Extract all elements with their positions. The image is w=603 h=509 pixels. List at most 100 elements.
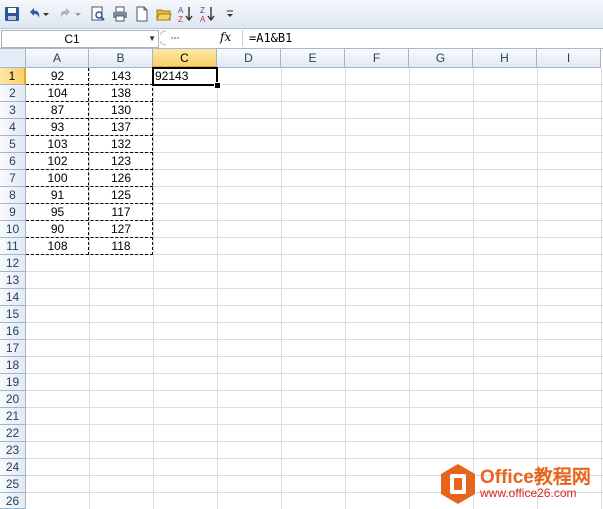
column-header-a[interactable]: A [26, 49, 89, 68]
sort-asc-top-letter: A [178, 6, 184, 15]
row-header-2[interactable]: 2 [0, 85, 26, 102]
open-folder-icon[interactable] [155, 5, 173, 23]
sort-descending-icon[interactable]: Z A [199, 5, 217, 23]
save-icon[interactable] [3, 5, 21, 23]
row-header-13[interactable]: 13 [0, 272, 26, 289]
row-header-7[interactable]: 7 [0, 170, 26, 187]
select-all-corner[interactable] [0, 49, 26, 68]
cell-b8[interactable]: 125 [89, 187, 153, 204]
dashed-row-border [26, 220, 153, 221]
column-header-i[interactable]: I [537, 49, 601, 68]
row-header-12[interactable]: 12 [0, 255, 26, 272]
row-header-6[interactable]: 6 [0, 153, 26, 170]
row-header-21[interactable]: 21 [0, 408, 26, 425]
row-header-1[interactable]: 1 [0, 68, 26, 85]
cell-a6[interactable]: 102 [26, 153, 89, 170]
cell-a3[interactable]: 87 [26, 102, 89, 119]
watermark-url: www.office26.com [480, 486, 577, 500]
row-header-10[interactable]: 10 [0, 221, 26, 238]
row-header-4[interactable]: 4 [0, 119, 26, 136]
watermark-brand: Office教程网 [480, 467, 591, 488]
dashed-row-border [26, 118, 153, 119]
row-header-16[interactable]: 16 [0, 323, 26, 340]
row-header-24[interactable]: 24 [0, 459, 26, 476]
cell-b9[interactable]: 117 [89, 204, 153, 221]
cell-b10[interactable]: 127 [89, 221, 153, 238]
fill-handle[interactable] [214, 82, 221, 89]
cell-b1[interactable]: 143 [89, 68, 153, 85]
cell-b6[interactable]: 123 [89, 153, 153, 170]
cell-a1[interactable]: 92 [26, 68, 89, 85]
cell-a2[interactable]: 104 [26, 85, 89, 102]
sort-desc-bottom-letter: A [200, 15, 206, 23]
column-header-g[interactable]: G [409, 49, 473, 68]
row-header-15[interactable]: 15 [0, 306, 26, 323]
cell-a9[interactable]: 95 [26, 204, 89, 221]
dashed-row-border [26, 169, 153, 170]
name-box-value: C1 [64, 32, 80, 46]
formula-bar: C1 ▼ fx =A1&B1 [0, 29, 603, 49]
sort-asc-bottom-letter: Z [178, 15, 183, 23]
dashed-row-border [26, 254, 153, 255]
row-header-18[interactable]: 18 [0, 357, 26, 374]
dashed-row-border [26, 186, 153, 187]
row-header-17[interactable]: 17 [0, 340, 26, 357]
cell-b5[interactable]: 132 [89, 136, 153, 153]
cell-c1[interactable]: 92143 [155, 68, 215, 85]
dashed-row-border [26, 101, 153, 102]
cell-a7[interactable]: 100 [26, 170, 89, 187]
row-header-23[interactable]: 23 [0, 442, 26, 459]
cell-b4[interactable]: 137 [89, 119, 153, 136]
undo-dropdown-icon[interactable] [41, 5, 51, 23]
cell-b2[interactable]: 138 [89, 85, 153, 102]
dashed-column-border [88, 68, 89, 255]
sort-desc-top-letter: Z [200, 6, 205, 15]
formula-input[interactable]: =A1&B1 [242, 30, 601, 46]
cell-b11[interactable]: 118 [89, 238, 153, 255]
cell-a8[interactable]: 91 [26, 187, 89, 204]
print-preview-icon[interactable] [89, 5, 107, 23]
cell-area[interactable]: 92 104 87 93 103 102 100 91 95 90 108 143 138 130 137 1… [26, 67, 603, 509]
dashed-row-border [26, 84, 153, 85]
insert-function-button[interactable]: fx [220, 30, 231, 44]
column-header-c[interactable]: C [153, 49, 217, 68]
cell-b7[interactable]: 126 [89, 170, 153, 187]
row-header-26[interactable]: 26 [0, 493, 26, 509]
office26-watermark: Office教程网 www.office26.com [438, 458, 603, 509]
cell-a5[interactable]: 103 [26, 136, 89, 153]
dashed-row-border [26, 237, 153, 238]
office-logo-icon [441, 464, 475, 504]
row-header-14[interactable]: 14 [0, 289, 26, 306]
name-box-dropdown-icon[interactable]: ▼ [148, 34, 156, 43]
row-header-20[interactable]: 20 [0, 391, 26, 408]
quick-access-toolbar: A Z Z A [0, 0, 603, 29]
row-header-19[interactable]: 19 [0, 374, 26, 391]
row-header-9[interactable]: 9 [0, 204, 26, 221]
worksheet-grid: ABCDEFGHI 1 2 3 4 5 6 7 8 9 10 11 12 13 14 15 16 17 18 19 2… [0, 49, 603, 509]
quick-print-icon[interactable] [111, 5, 129, 23]
cell-a11[interactable]: 108 [26, 238, 89, 255]
column-header-f[interactable]: F [345, 49, 409, 68]
formula-controls: fx [158, 30, 240, 46]
dashed-row-border [26, 135, 153, 136]
row-header-8[interactable]: 8 [0, 187, 26, 204]
row-header-3[interactable]: 3 [0, 102, 26, 119]
cell-a4[interactable]: 93 [26, 119, 89, 136]
dashed-row-border [26, 203, 153, 204]
column-header-b[interactable]: B [89, 49, 153, 68]
row-header-5[interactable]: 5 [0, 136, 26, 153]
new-document-icon[interactable] [133, 5, 151, 23]
dashed-column-border [152, 68, 153, 255]
sort-ascending-icon[interactable]: A Z [177, 5, 195, 23]
redo-dropdown-icon[interactable] [73, 5, 83, 23]
customize-toolbar-icon[interactable] [224, 5, 236, 23]
name-box[interactable]: C1 ▼ [1, 30, 159, 48]
row-header-25[interactable]: 25 [0, 476, 26, 493]
column-header-d[interactable]: D [217, 49, 281, 68]
row-header-22[interactable]: 22 [0, 425, 26, 442]
column-header-h[interactable]: H [473, 49, 537, 68]
cell-b3[interactable]: 130 [89, 102, 153, 119]
column-header-e[interactable]: E [281, 49, 345, 68]
row-header-11[interactable]: 11 [0, 238, 26, 255]
cell-a10[interactable]: 90 [26, 221, 89, 238]
